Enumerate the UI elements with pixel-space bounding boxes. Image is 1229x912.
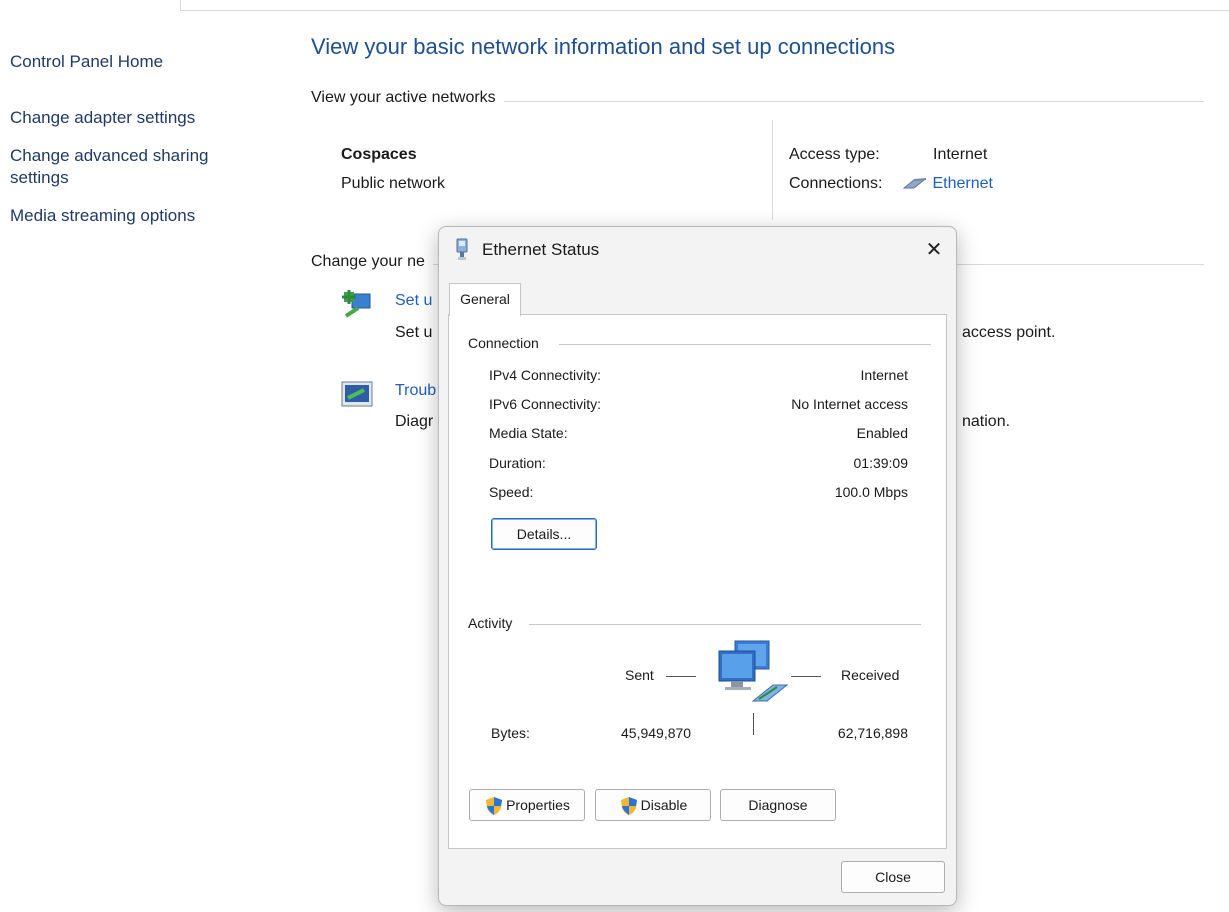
setup-connection-link[interactable]: Set u bbox=[395, 292, 432, 310]
active-networks-header: View your active networks bbox=[311, 89, 504, 107]
general-tab-panel: Connection IPv4 Connectivity: Internet I… bbox=[448, 314, 947, 849]
received-dash bbox=[791, 676, 821, 677]
shield-icon bbox=[486, 797, 503, 816]
speed-label: Speed: bbox=[489, 484, 534, 500]
network-adapter-icon bbox=[456, 238, 468, 260]
connection-group-line bbox=[559, 344, 931, 345]
media-streaming-link[interactable]: Media streaming options bbox=[10, 205, 195, 227]
troubleshoot-desc: Diagr bbox=[395, 413, 434, 430]
received-label: Received bbox=[841, 667, 900, 683]
network-computers-icon bbox=[718, 640, 789, 702]
properties-button[interactable]: Properties bbox=[469, 789, 585, 821]
new-connection-icon bbox=[342, 290, 371, 318]
troubleshoot-link[interactable]: Troub bbox=[395, 382, 436, 400]
tab-general[interactable]: General bbox=[449, 283, 521, 316]
ipv6-label: IPv6 Connectivity: bbox=[489, 396, 602, 412]
control-panel-home-link[interactable]: Control Panel Home bbox=[10, 51, 163, 73]
setup-connection-desc-end: access point. bbox=[962, 324, 1056, 341]
ethernet-connection-link[interactable]: Ethernet bbox=[902, 175, 993, 193]
sent-label: Sent bbox=[625, 667, 654, 683]
diagnose-button[interactable]: Diagnose bbox=[720, 789, 836, 821]
change-advanced-sharing-link[interactable]: Change advanced sharing settings bbox=[10, 145, 240, 189]
change-adapter-settings-link[interactable]: Change adapter settings bbox=[10, 107, 195, 129]
properties-label: Properties bbox=[506, 797, 570, 813]
ipv6-value: No Internet access bbox=[791, 396, 908, 412]
troubleshoot-icon bbox=[341, 381, 373, 407]
ethernet-icon bbox=[902, 177, 927, 189]
close-icon[interactable]: ✕ bbox=[918, 235, 950, 265]
access-type-value: Internet bbox=[933, 146, 988, 163]
activity-divider bbox=[753, 713, 754, 735]
disable-label: Disable bbox=[640, 797, 688, 813]
ethernet-link-label[interactable]: Ethernet bbox=[932, 175, 992, 192]
bytes-sent-value: 45,949,870 bbox=[621, 725, 692, 741]
bytes-received-value: 62,716,898 bbox=[837, 725, 908, 741]
setup-connection-desc: Set u bbox=[395, 324, 433, 341]
disable-button[interactable]: Disable bbox=[595, 789, 711, 821]
activity-group-line bbox=[529, 624, 921, 625]
connection-group-header: Connection bbox=[468, 335, 547, 351]
dialog-titlebar[interactable]: Ethernet Status ✕ bbox=[439, 227, 956, 275]
network-name: Cospaces bbox=[341, 146, 417, 163]
network-vertical-divider bbox=[772, 120, 773, 220]
shield-icon bbox=[620, 797, 637, 816]
activity-group-header: Activity bbox=[468, 615, 521, 631]
details-button[interactable]: Details... bbox=[491, 518, 597, 550]
speed-value: 100.0 Mbps bbox=[834, 484, 908, 500]
ipv4-label: IPv4 Connectivity: bbox=[489, 367, 602, 383]
duration-value: 01:39:09 bbox=[853, 455, 909, 471]
ipv4-value: Internet bbox=[860, 367, 908, 383]
sent-dash bbox=[666, 676, 696, 677]
bytes-label: Bytes: bbox=[491, 725, 530, 741]
troubleshoot-desc-end: nation. bbox=[962, 413, 1011, 430]
media-state-label: Media State: bbox=[489, 425, 568, 441]
connections-label: Connections: bbox=[789, 175, 883, 192]
ethernet-status-dialog: Ethernet Status ✕ General Connection IPv… bbox=[438, 226, 957, 906]
dialog-title: Ethernet Status bbox=[482, 240, 600, 259]
network-type[interactable]: Public network bbox=[341, 175, 445, 193]
access-type-label: Access type: bbox=[789, 146, 880, 163]
change-settings-header: Change your ne bbox=[311, 253, 433, 271]
duration-label: Duration: bbox=[489, 455, 546, 471]
top-divider bbox=[180, 0, 1229, 11]
page-title: View your basic network information and … bbox=[311, 34, 896, 59]
close-button[interactable]: Close bbox=[841, 861, 945, 893]
media-state-value: Enabled bbox=[856, 425, 908, 441]
